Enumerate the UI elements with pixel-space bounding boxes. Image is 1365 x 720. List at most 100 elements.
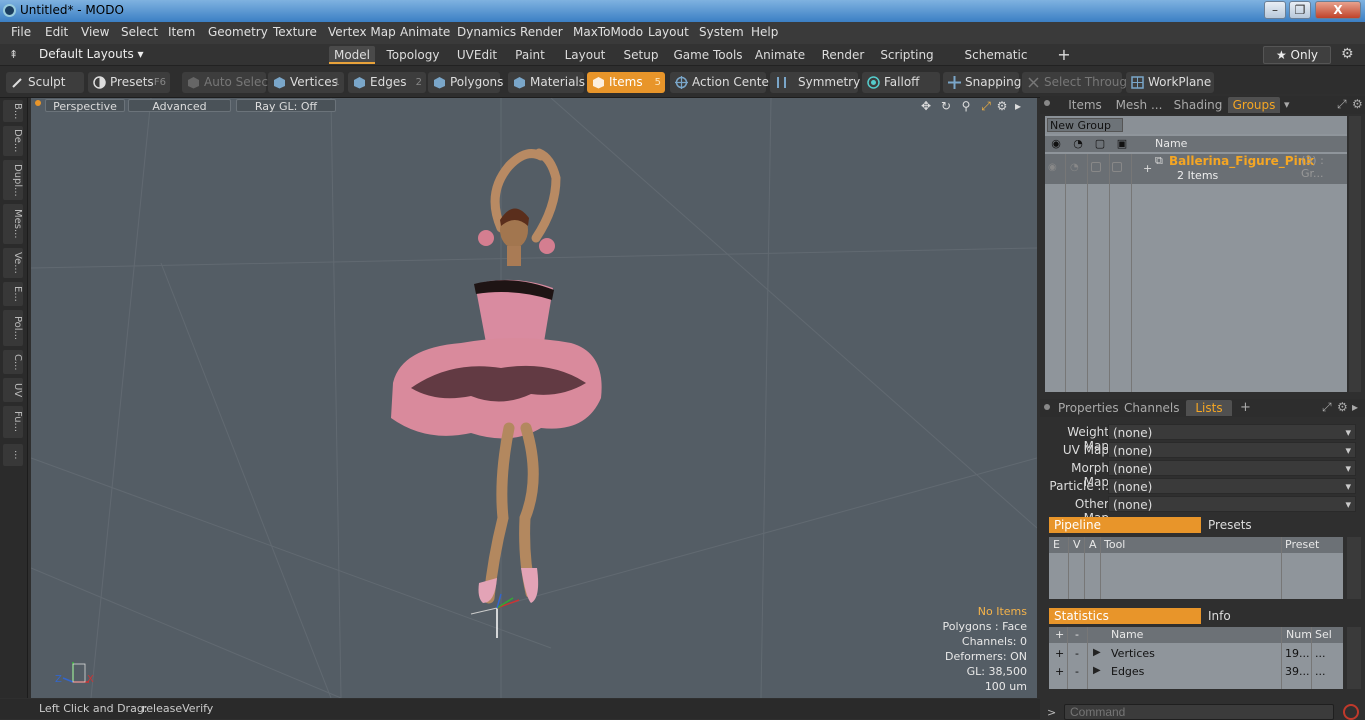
viewport-dot-icon[interactable] [35,100,41,106]
command-input[interactable] [1064,704,1334,720]
action-center-button[interactable]: Action Center [670,72,774,93]
expand-panel-icon[interactable]: ⤢ [1337,97,1347,112]
tab-game-tools[interactable]: Game Tools [672,46,744,64]
stats-row-plus[interactable]: + [1055,665,1064,678]
tab-setup[interactable]: Setup [619,46,663,64]
menu-system[interactable]: System [699,25,744,39]
tab-scripting[interactable]: Scripting [878,46,936,64]
advanced-dropdown[interactable]: Advanced [128,99,231,113]
restore-button[interactable]: ❐ [1289,1,1311,19]
pipeline-tab[interactable]: Pipeline [1049,517,1201,533]
add-tab-button[interactable]: + [1054,46,1074,64]
materials-button[interactable]: Materials [508,72,585,93]
tab-shading[interactable]: Shading [1173,97,1223,113]
table-row[interactable]: + - ▶ Edges 39... ... [1049,663,1343,681]
tab-model[interactable]: Model [329,46,375,64]
menu-select[interactable]: Select [121,25,158,39]
tab-animate[interactable]: Animate [752,46,808,64]
add-tab-plus[interactable]: + [1240,400,1251,415]
panel-dot-icon[interactable] [1044,100,1050,106]
row-select-checkbox[interactable] [1112,162,1122,172]
left-tab-dupl[interactable]: Dupl... [3,160,23,200]
move-view-icon[interactable]: ✥ [919,99,933,113]
left-tab-c[interactable]: C... [3,350,23,374]
morph-map-dropdown[interactable]: (none) [1108,460,1356,477]
gear-icon[interactable]: ⚙ [1341,46,1354,62]
menu-animate[interactable]: Animate [400,25,450,39]
left-tab-mes[interactable]: Mes... [3,204,23,244]
maximize-view-icon[interactable]: ⤢ [979,99,993,113]
expand-row-icon[interactable]: ▶ [1093,647,1101,658]
uv-map-dropdown[interactable]: (none) [1108,442,1356,459]
tab-render[interactable]: Render [816,46,870,64]
visibility-col-icon[interactable]: ◉ [1047,137,1065,150]
sculpt-button[interactable]: Sculpt [6,72,84,93]
lock-col-icon[interactable]: ▢ [1091,137,1109,150]
group-row[interactable]: ◉ ◔ + ⧉ Ballerina_Figure_Pink (3) : Gr..… [1045,154,1347,184]
presets-tab[interactable]: Presets [1208,517,1252,533]
menu-render[interactable]: Render [520,25,563,39]
menu-layout[interactable]: Layout [648,25,689,39]
row-eye-icon[interactable]: ◉ [1048,162,1057,173]
workplane-button[interactable]: WorkPlane [1126,72,1214,93]
symmetry-button[interactable]: Symmetry [770,72,860,93]
close-button[interactable]: X [1315,1,1361,19]
tab-layout[interactable]: Layout [559,46,611,64]
left-tab-uv[interactable]: UV [3,378,23,402]
stats-row-plus[interactable]: + [1055,647,1064,660]
select-through-button[interactable]: Select Through [1022,72,1135,93]
row-render-icon[interactable]: ◔ [1070,162,1079,173]
select-col-icon[interactable]: ▣ [1113,137,1131,150]
expand-panel-icon[interactable]: ⤢ [1322,400,1332,415]
tab-channels[interactable]: Channels [1124,400,1180,416]
new-group-button[interactable]: New Group [1047,118,1123,132]
tab-lists[interactable]: Lists [1186,400,1232,416]
particle-dropdown[interactable]: (none) [1108,478,1356,495]
left-tab-fu[interactable]: Fu... [3,406,23,438]
row-lock-checkbox[interactable] [1091,162,1101,172]
menu-texture[interactable]: Texture [273,25,317,39]
record-icon[interactable] [1343,704,1359,720]
left-tab-e[interactable]: E... [3,282,23,306]
pipeline-scrollbar[interactable] [1347,537,1361,599]
other-map-dropdown[interactable]: (none) [1108,496,1356,513]
statistics-tab[interactable]: Statistics [1049,608,1201,624]
presets-button[interactable]: Presets F6 [88,72,170,93]
menu-maxtomodo[interactable]: MaxToModo [573,25,643,39]
tab-uvedit[interactable]: UVEdit [452,46,502,64]
default-layouts-dropdown[interactable]: Default Layouts ▾ [39,47,144,61]
viewport-menu-icon[interactable]: ▸ [1011,99,1025,113]
viewport-settings-icon[interactable]: ⚙ [995,99,1009,113]
items-button[interactable]: Items 5 [587,72,665,93]
render-col-icon[interactable]: ◔ [1069,137,1087,150]
perspective-dropdown[interactable]: Perspective [45,99,125,113]
left-tab-b[interactable]: B... [3,100,23,122]
tab-items[interactable]: Items [1065,97,1105,113]
left-tab-pol[interactable]: Pol... [3,310,23,346]
auto-select-button[interactable]: Auto Select [182,72,273,93]
table-row[interactable]: + - ▶ Vertices 19... ... [1049,645,1343,663]
snapping-button[interactable]: Snapping [943,72,1021,93]
stats-col-minus[interactable]: - [1075,628,1079,641]
panel-settings-icon[interactable]: ⚙ [1337,400,1348,414]
left-tab-ve[interactable]: Ve... [3,248,23,278]
groups-scrollbar[interactable] [1349,116,1361,392]
panel-settings-icon[interactable]: ⚙ [1352,97,1363,111]
menu-item[interactable]: Item [168,25,195,39]
stats-col-plus[interactable]: + [1055,628,1064,641]
panel-menu-icon[interactable]: ▸ [1352,400,1358,414]
menu-edit[interactable]: Edit [45,25,68,39]
expand-group-icon[interactable]: + [1143,162,1152,175]
menu-dynamics[interactable]: Dynamics [457,25,516,39]
edges-button[interactable]: Edges 2 [348,72,426,93]
weight-map-dropdown[interactable]: (none) [1108,424,1356,441]
left-tab-more[interactable]: ... [3,444,23,466]
menu-geometry[interactable]: Geometry [208,25,268,39]
menu-file[interactable]: File [11,25,31,39]
tabs-more-icon[interactable]: ▾ [1284,98,1290,111]
expand-row-icon[interactable]: ▶ [1093,665,1101,676]
vertices-button[interactable]: Vertices 1 [268,72,344,93]
tab-paint[interactable]: Paint [510,46,550,64]
stats-row-minus[interactable]: - [1075,665,1079,678]
layout-arrow-icon[interactable]: ⇞ [9,48,18,61]
